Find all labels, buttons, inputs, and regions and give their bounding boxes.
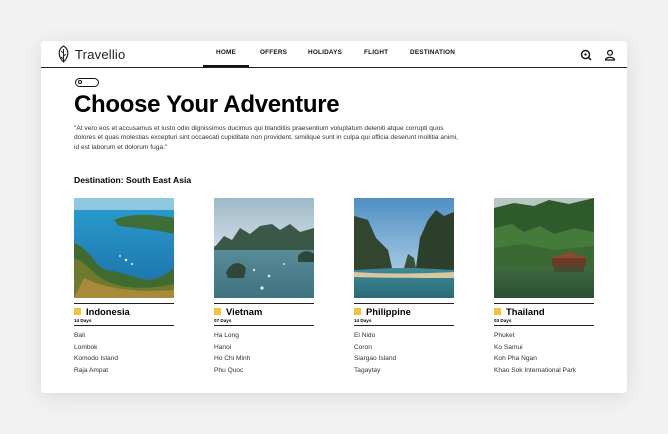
indonesia-photo — [74, 198, 174, 298]
place-list: Bali Lombok Komodo Island Raja Ampat — [74, 330, 118, 377]
brand-name: Travellio — [75, 46, 126, 62]
top-nav: Travellio HOME OFFERS HOLIDAYS FLIGHT DE… — [41, 41, 627, 68]
brand-logo[interactable]: Travellio — [56, 45, 125, 63]
section-label: Destination: South East Asia — [74, 175, 192, 185]
accent-square — [494, 308, 501, 315]
accent-square — [214, 308, 221, 315]
card-duration: 14 Days — [354, 318, 372, 323]
card-header: Vietnam — [214, 306, 262, 317]
place-item[interactable]: Ko Samui — [494, 342, 576, 354]
card-header: Philippine — [354, 306, 411, 317]
card-name[interactable]: Thailand — [506, 306, 545, 317]
place-item[interactable]: Phuket — [494, 330, 576, 342]
place-item[interactable]: Khao Sok International Park — [494, 365, 576, 377]
nav-home[interactable]: HOME — [216, 49, 236, 56]
card-name[interactable]: Philippine — [366, 306, 411, 317]
place-list: El Nido Coron Siargao Island Tagaytay — [354, 330, 396, 377]
search-icon[interactable] — [580, 49, 592, 61]
place-item[interactable]: Ha Long — [214, 330, 250, 342]
nav-destination[interactable]: DESTINATION — [410, 49, 455, 56]
destination-card-vietnam[interactable]: Vietnam 07 Days Ha Long Hanoi Ho Chi Min… — [214, 198, 314, 374]
card-divider — [214, 303, 314, 304]
place-item[interactable]: Koh Pha Ngan — [494, 353, 576, 365]
nav-holidays[interactable]: HOLIDAYS — [308, 49, 342, 56]
accent-square — [354, 308, 361, 315]
card-name[interactable]: Vietnam — [226, 306, 262, 317]
destination-card-philippine[interactable]: Philippine 14 Days El Nido Coron Siargao… — [354, 198, 454, 374]
place-item[interactable]: Siargao Island — [354, 353, 396, 365]
place-item[interactable]: Phu Quoc — [214, 365, 250, 377]
active-nav-indicator — [203, 65, 249, 67]
place-list: Ha Long Hanoi Ho Chi Minh Phu Quoc — [214, 330, 250, 377]
place-list: Phuket Ko Samui Koh Pha Ngan Khao Sok In… — [494, 330, 576, 377]
thailand-photo — [494, 198, 594, 298]
user-icon[interactable] — [604, 49, 616, 61]
place-item[interactable]: Bali — [74, 330, 118, 342]
leaf-logo-icon — [58, 45, 69, 63]
page-description: "At vero eos et accusamus et iusto odio … — [74, 125, 458, 151]
philippine-photo — [354, 198, 454, 298]
card-name[interactable]: Indonesia — [86, 306, 130, 317]
card-divider — [74, 325, 174, 326]
card-divider — [494, 303, 594, 304]
place-item[interactable]: Ho Chi Minh — [214, 353, 250, 365]
card-divider — [354, 303, 454, 304]
card-duration: 07 Days — [214, 318, 232, 323]
card-divider — [74, 303, 174, 304]
accent-square — [74, 308, 81, 315]
app-window: Travellio HOME OFFERS HOLIDAYS FLIGHT DE… — [41, 41, 627, 393]
card-divider — [494, 325, 594, 326]
place-item[interactable]: Hanoi — [214, 342, 250, 354]
card-header: Thailand — [494, 306, 545, 317]
nav-offers[interactable]: OFFERS — [260, 49, 287, 56]
toggle-knob — [77, 80, 82, 85]
place-item[interactable]: Lombok — [74, 342, 118, 354]
card-duration: 03 Days — [494, 318, 512, 323]
view-toggle[interactable] — [75, 78, 99, 87]
card-divider — [354, 325, 454, 326]
place-item[interactable]: Tagaytay — [354, 365, 396, 377]
vietnam-photo — [214, 198, 314, 298]
place-item[interactable]: Coron — [354, 342, 396, 354]
destination-card-indonesia[interactable]: Indonesia 14 Days Bali Lombok Komodo Isl… — [74, 198, 174, 374]
nav-flight[interactable]: FLIGHT — [364, 49, 388, 56]
page-title: Choose Your Adventure — [74, 91, 340, 118]
card-header: Indonesia — [74, 306, 130, 317]
card-divider — [214, 325, 314, 326]
card-duration: 14 Days — [74, 318, 92, 323]
place-item[interactable]: El Nido — [354, 330, 396, 342]
destination-card-thailand[interactable]: Thailand 03 Days Phuket Ko Samui Koh Pha… — [494, 198, 594, 374]
place-item[interactable]: Komodo Island — [74, 353, 118, 365]
place-item[interactable]: Raja Ampat — [74, 365, 118, 377]
